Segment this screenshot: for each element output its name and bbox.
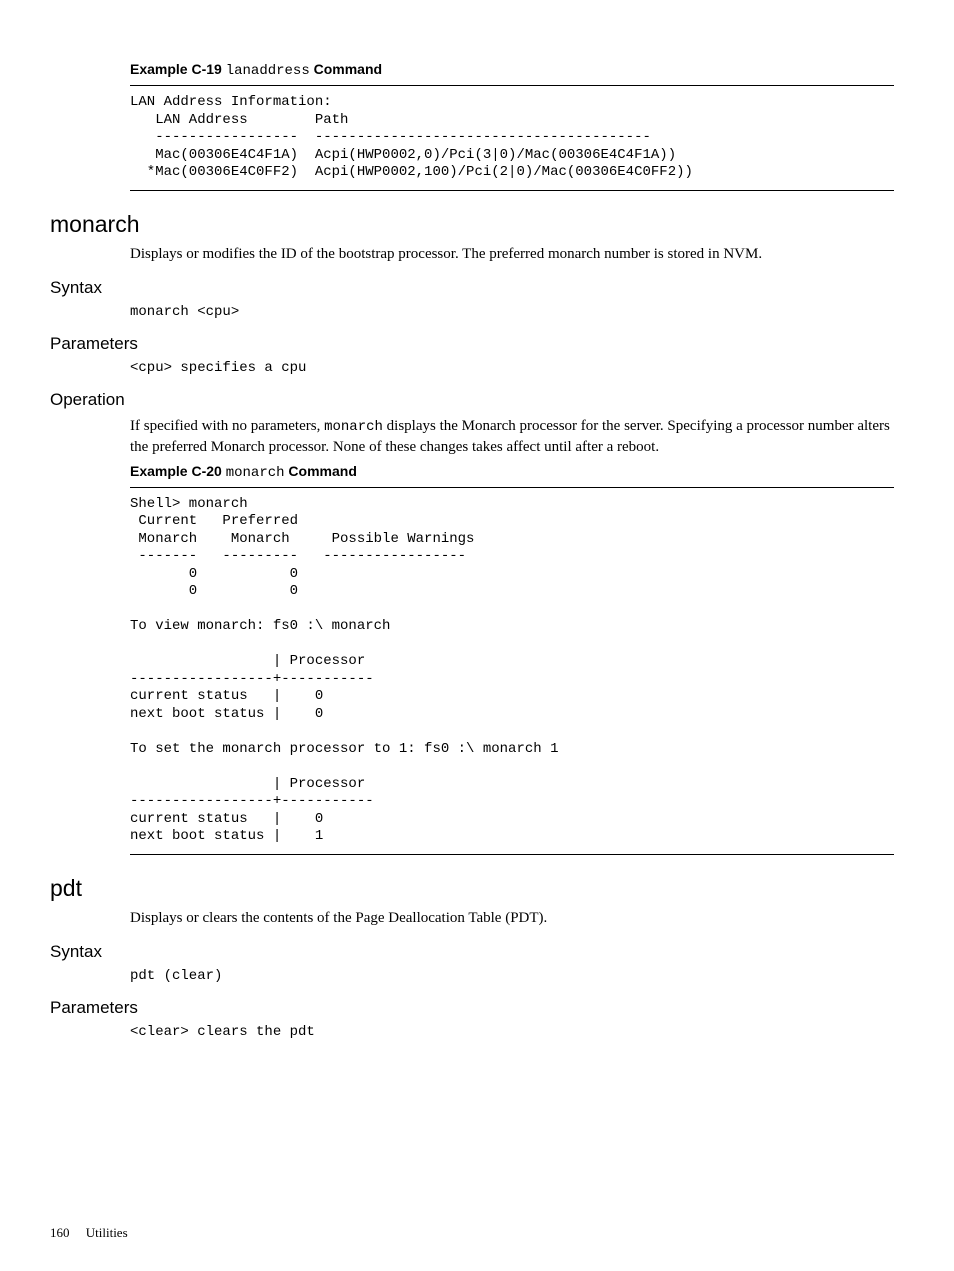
example-label-prefix: Example C-19 <box>130 61 222 77</box>
monarch-parameters-heading: Parameters <box>50 334 894 354</box>
operation-pre: If specified with no parameters, <box>130 418 324 434</box>
pdt-parameters: <clear> clears the pdt <box>130 1024 894 1040</box>
monarch-description: Displays or modifies the ID of the boots… <box>130 244 894 264</box>
monarch-syntax: monarch <cpu> <box>130 304 894 320</box>
example-code-word: lanaddress <box>226 63 310 79</box>
footer-spacer <box>73 1225 83 1240</box>
example-label-prefix: Example C-20 <box>130 463 222 479</box>
monarch-operation-text: If specified with no parameters, monarch… <box>130 416 894 457</box>
pdt-syntax: pdt (clear) <box>130 968 894 984</box>
example-c20-heading: Example C-20 monarch Command <box>130 463 894 481</box>
pdt-description: Displays or clears the contents of the P… <box>130 908 894 928</box>
monarch-operation-heading: Operation <box>50 390 894 410</box>
page-footer: 160 Utilities <box>50 1225 128 1241</box>
page-number: 160 <box>50 1225 70 1240</box>
monarch-syntax-heading: Syntax <box>50 278 894 298</box>
pdt-heading: pdt <box>50 875 894 902</box>
operation-code: monarch <box>324 419 383 435</box>
example-c19-code: LAN Address Information: LAN Address Pat… <box>130 85 894 191</box>
monarch-heading: monarch <box>50 211 894 238</box>
monarch-parameters: <cpu> specifies a cpu <box>130 360 894 376</box>
footer-section: Utilities <box>86 1225 128 1240</box>
pdt-syntax-heading: Syntax <box>50 942 894 962</box>
example-c19-heading: Example C-19 lanaddress Command <box>130 61 894 79</box>
pdt-parameters-heading: Parameters <box>50 998 894 1018</box>
example-label-suffix: Command <box>288 463 356 479</box>
example-code-word: monarch <box>226 465 285 481</box>
example-c20-code: Shell> monarch Current Preferred Monarch… <box>130 487 894 855</box>
example-label-suffix: Command <box>314 61 382 77</box>
